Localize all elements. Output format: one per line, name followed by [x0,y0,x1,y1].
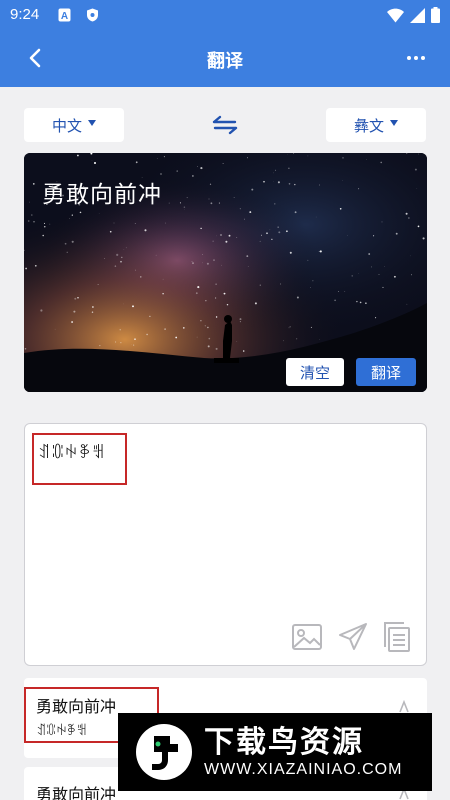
dropdown-caret-icon [390,120,398,126]
clear-button[interactable]: 清空 [286,358,344,386]
more-icon[interactable] [402,44,430,72]
image-icon[interactable] [291,621,323,653]
app-bar: 翻译 [0,30,450,87]
signal-icon [410,7,425,23]
page-title: 翻译 [207,51,243,72]
history-source-text: 勇敢向前冲 [36,697,117,716]
svg-text:A: A [61,11,68,22]
swap-arrows-icon[interactable] [210,112,240,138]
wifi-icon [387,8,404,22]
battery-icon [431,7,440,23]
shield-icon [87,8,98,22]
bird-logo-icon [136,724,192,780]
input-text[interactable]: 勇敢向前冲 [42,175,162,209]
dropdown-caret-icon [88,120,96,126]
source-language-label: 中文 [51,116,82,135]
language-bar: 中文 彝文 [0,108,450,144]
watermark-url: WWW.XIAZAINIAO.COM [204,761,403,778]
a-badge-icon: A [58,8,71,22]
status-bar: 9:24 A [0,0,450,30]
translation-result-panel: ꀊꁤꑭꃆꅿ [24,423,427,666]
translate-button[interactable]: 翻译 [356,358,416,386]
copy-icon[interactable] [382,621,414,653]
status-time: 9:24 [10,6,40,23]
history-target-text: ꀊꁤꑭꃆꅿ [36,724,87,739]
target-language-label: 彝文 [353,116,384,135]
send-icon[interactable] [337,621,369,653]
history-source-text: 勇敢向前冲 [36,785,117,800]
target-language-dropdown[interactable]: 彝文 [326,108,426,142]
source-language-dropdown[interactable]: 中文 [24,108,124,142]
translation-output[interactable]: ꀊꁤꑭꃆꅿ [32,433,127,485]
watermark-banner: 下载鸟资源 WWW.XIAZAINIAO.COM [118,713,432,791]
watermark-text: 下载鸟资源 WWW.XIAZAINIAO.COM [204,725,402,779]
input-panel[interactable]: 勇敢向前冲 清空 翻译 [24,153,427,392]
watermark-brand: 下载鸟资源 [204,725,364,760]
